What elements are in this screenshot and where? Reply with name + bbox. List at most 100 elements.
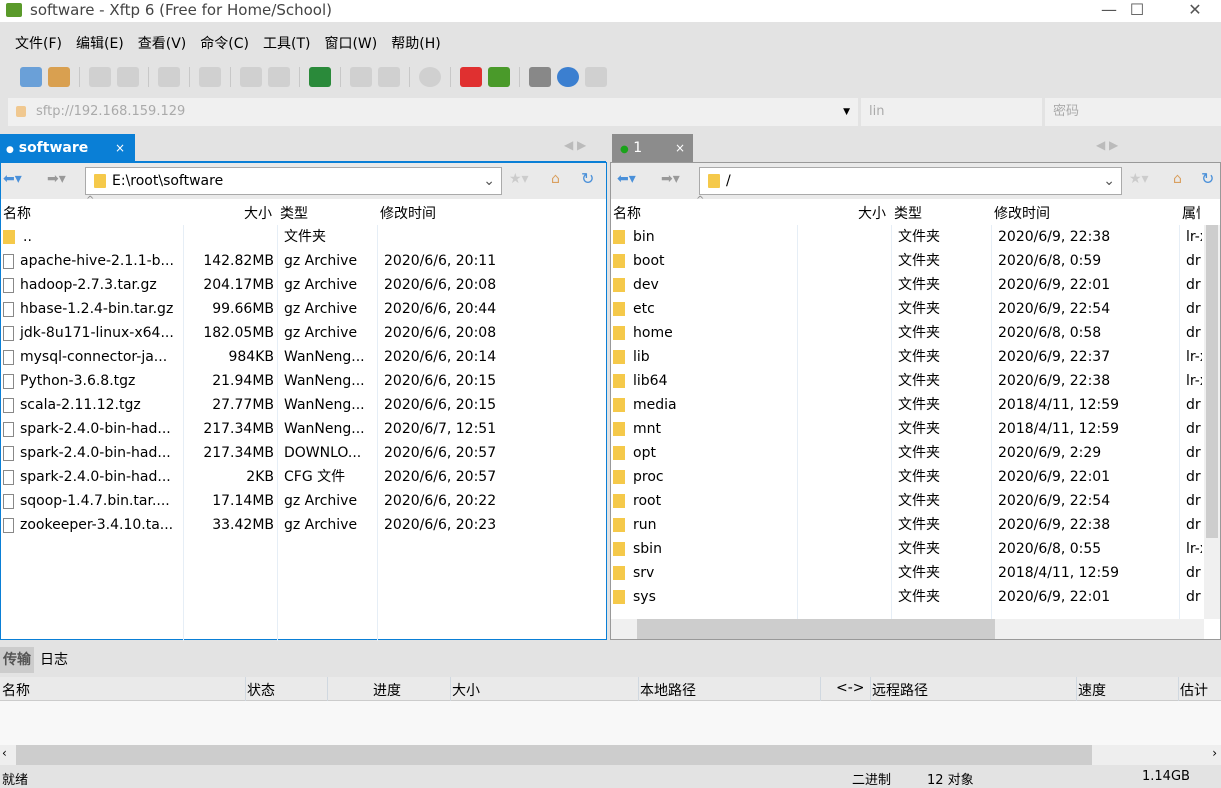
horizontal-scrollbar[interactable] bbox=[611, 619, 1204, 639]
close-tab-icon[interactable]: × bbox=[675, 134, 685, 162]
file-row[interactable]: Python-3.6.8.tgz 21.94MB WanNeng... 2020/6/… bbox=[1, 369, 606, 393]
disconnect-icon[interactable] bbox=[89, 67, 111, 87]
tab-session-1[interactable]: ● 1 × bbox=[612, 134, 693, 162]
help-icon[interactable] bbox=[557, 67, 579, 87]
forward-icon[interactable]: ➡▾ bbox=[661, 171, 680, 187]
back-icon[interactable]: ⬅▾ bbox=[3, 171, 22, 187]
xshell-icon[interactable] bbox=[460, 67, 482, 87]
column-header[interactable]: 修改时间 bbox=[994, 203, 1174, 223]
file-row[interactable]: media 文件夹 2018/4/11, 12:59 dr bbox=[611, 393, 1204, 417]
path-input[interactable]: E:\root\software ⌄ bbox=[85, 167, 502, 195]
chevron-down-icon[interactable]: ▼ bbox=[843, 98, 850, 126]
transfer-column-header[interactable]: 远程路径 bbox=[872, 680, 928, 700]
file-row[interactable]: home 文件夹 2020/6/8, 0:58 dr bbox=[611, 321, 1204, 345]
chat-icon[interactable] bbox=[585, 67, 607, 87]
column-header[interactable]: 名称 bbox=[3, 203, 178, 223]
menu-item[interactable]: 窗口(W) bbox=[317, 30, 384, 58]
file-row[interactable]: sbin 文件夹 2020/6/8, 0:55 lr-x bbox=[611, 537, 1204, 561]
file-row[interactable]: root 文件夹 2020/6/9, 22:54 dr bbox=[611, 489, 1204, 513]
transfer-column-header[interactable]: 大小 bbox=[452, 680, 480, 700]
open-folder-icon[interactable] bbox=[48, 67, 70, 87]
path-input[interactable]: / ⌄ bbox=[699, 167, 1122, 195]
transfer-column-header[interactable]: 状态 bbox=[247, 680, 275, 700]
file-row[interactable]: etc 文件夹 2020/6/9, 22:54 dr bbox=[611, 297, 1204, 321]
refresh-icon[interactable]: ↻ bbox=[1201, 169, 1214, 188]
column-header[interactable]: 类型 bbox=[280, 203, 372, 223]
chevron-down-icon[interactable]: ⌄ bbox=[483, 168, 495, 194]
menu-item[interactable]: 编辑(E) bbox=[69, 30, 131, 58]
upload-icon[interactable] bbox=[240, 67, 262, 87]
file-row[interactable]: spark-2.4.0-bin-had... 217.34MB WanNeng...… bbox=[1, 417, 606, 441]
forward-icon[interactable]: ➡▾ bbox=[47, 171, 66, 187]
vertical-scrollbar[interactable] bbox=[1204, 201, 1220, 619]
file-row[interactable]: hadoop-2.7.3.tar.gz 204.17MB gz Archive 202… bbox=[1, 273, 606, 297]
file-row[interactable]: lib 文件夹 2020/6/9, 22:37 lr-x bbox=[611, 345, 1204, 369]
file-row[interactable]: .. 文件夹 bbox=[1, 225, 606, 249]
properties-icon[interactable] bbox=[158, 67, 180, 87]
file-row[interactable]: opt 文件夹 2020/6/9, 2:29 dr bbox=[611, 441, 1204, 465]
file-row[interactable]: apache-hive-2.1.1-b... 142.82MB gz Archive… bbox=[1, 249, 606, 273]
tab-log[interactable]: 日志 bbox=[34, 647, 74, 673]
file-row[interactable]: bin 文件夹 2020/6/9, 22:38 lr-x bbox=[611, 225, 1204, 249]
username-input[interactable]: lin bbox=[861, 98, 1042, 126]
file-row[interactable]: sqoop-1.4.7.bin.tar.... 17.14MB gz Archive… bbox=[1, 489, 606, 513]
download-icon[interactable] bbox=[268, 67, 290, 87]
maximize-button[interactable]: ☐ bbox=[1114, 0, 1160, 22]
file-row[interactable]: scala-2.11.12.tgz 27.77MB WanNeng... 2020/6… bbox=[1, 393, 606, 417]
file-row[interactable]: jdk-8u171-linux-x64... 182.05MB gz Archive… bbox=[1, 321, 606, 345]
file-row[interactable]: mysql-connector-ja... 984KB WanNeng... 2020… bbox=[1, 345, 606, 369]
transfer-icon[interactable] bbox=[309, 67, 331, 87]
bookmark-star-icon[interactable]: ★▾ bbox=[1129, 171, 1149, 187]
settings-icon[interactable] bbox=[529, 67, 551, 87]
xftp-icon[interactable] bbox=[488, 67, 510, 87]
menu-item[interactable]: 文件(F) bbox=[8, 30, 69, 58]
file-row[interactable]: sys 文件夹 2020/6/9, 22:01 dr bbox=[611, 585, 1204, 609]
transfer-hscrollbar[interactable]: ‹ › bbox=[0, 745, 1221, 765]
tab-transfer[interactable]: 传输 bbox=[0, 647, 34, 673]
tab-software[interactable]: ● software × bbox=[0, 134, 135, 162]
file-row[interactable]: dev 文件夹 2020/6/9, 22:01 dr bbox=[611, 273, 1204, 297]
column-header[interactable]: 修改时间 bbox=[380, 203, 560, 223]
menu-item[interactable]: 查看(V) bbox=[131, 30, 194, 58]
chevron-down-icon[interactable]: ⌄ bbox=[1103, 168, 1115, 194]
transfer-column-header[interactable]: 速度 bbox=[1078, 680, 1106, 700]
password-input[interactable]: 密码 bbox=[1045, 98, 1221, 126]
transfer-column-header[interactable]: 本地路径 bbox=[640, 680, 696, 700]
file-row[interactable]: mnt 文件夹 2018/4/11, 12:59 dr bbox=[611, 417, 1204, 441]
transfer-column-header[interactable]: 名称 bbox=[2, 680, 30, 700]
copy-icon[interactable] bbox=[350, 67, 372, 87]
column-header[interactable]: 大小 bbox=[800, 203, 886, 223]
home-folder-icon[interactable]: ⌂ bbox=[1173, 171, 1182, 187]
file-row[interactable]: proc 文件夹 2020/6/9, 22:01 dr bbox=[611, 465, 1204, 489]
play-icon[interactable] bbox=[199, 67, 221, 87]
column-header[interactable]: 大小 bbox=[186, 203, 272, 223]
tab-scroll-arrows[interactable]: ◀ ▶ bbox=[564, 138, 586, 152]
address-input[interactable]: sftp://192.168.159.129 ▼ bbox=[8, 98, 858, 126]
file-row[interactable]: boot 文件夹 2020/6/8, 0:59 dr bbox=[611, 249, 1204, 273]
transfer-column-header[interactable]: <-> bbox=[836, 680, 865, 696]
tab-scroll-arrows[interactable]: ◀ ▶ bbox=[1096, 138, 1118, 152]
file-row[interactable]: spark-2.4.0-bin-had... 217.34MB DOWNLO... 2… bbox=[1, 441, 606, 465]
new-session-icon[interactable] bbox=[20, 67, 42, 87]
transfer-column-header[interactable]: 进度 bbox=[373, 680, 401, 700]
file-row[interactable]: zookeeper-3.4.10.ta... 33.42MB gz Archive 2… bbox=[1, 513, 606, 537]
close-button[interactable]: ✕ bbox=[1172, 0, 1218, 22]
file-row[interactable]: srv 文件夹 2018/4/11, 12:59 dr bbox=[611, 561, 1204, 585]
file-row[interactable]: hbase-1.2.4-bin.tar.gz 99.66MB gz Archive 2… bbox=[1, 297, 606, 321]
file-row[interactable]: spark-2.4.0-bin-had... 2KB CFG 文件 2020/6/6,… bbox=[1, 465, 606, 489]
menu-item[interactable]: 工具(T) bbox=[256, 30, 317, 58]
back-icon[interactable]: ⬅▾ bbox=[617, 171, 636, 187]
refresh-icon[interactable]: ↻ bbox=[581, 169, 594, 188]
home-folder-icon[interactable]: ⌂ bbox=[551, 171, 560, 187]
reconnect-icon[interactable] bbox=[117, 67, 139, 87]
file-row[interactable]: lib64 文件夹 2020/6/9, 22:38 lr-x bbox=[611, 369, 1204, 393]
globe-icon[interactable] bbox=[419, 67, 441, 87]
column-header[interactable]: 属性 bbox=[1182, 203, 1200, 223]
bookmark-star-icon[interactable]: ★▾ bbox=[509, 171, 529, 187]
file-row[interactable]: run 文件夹 2020/6/9, 22:38 dr bbox=[611, 513, 1204, 537]
column-header[interactable]: 名称 bbox=[613, 203, 792, 223]
paste-icon[interactable] bbox=[378, 67, 400, 87]
menu-item[interactable]: 帮助(H) bbox=[384, 30, 447, 58]
column-header[interactable]: 类型 bbox=[894, 203, 986, 223]
menu-item[interactable]: 命令(C) bbox=[193, 30, 256, 58]
